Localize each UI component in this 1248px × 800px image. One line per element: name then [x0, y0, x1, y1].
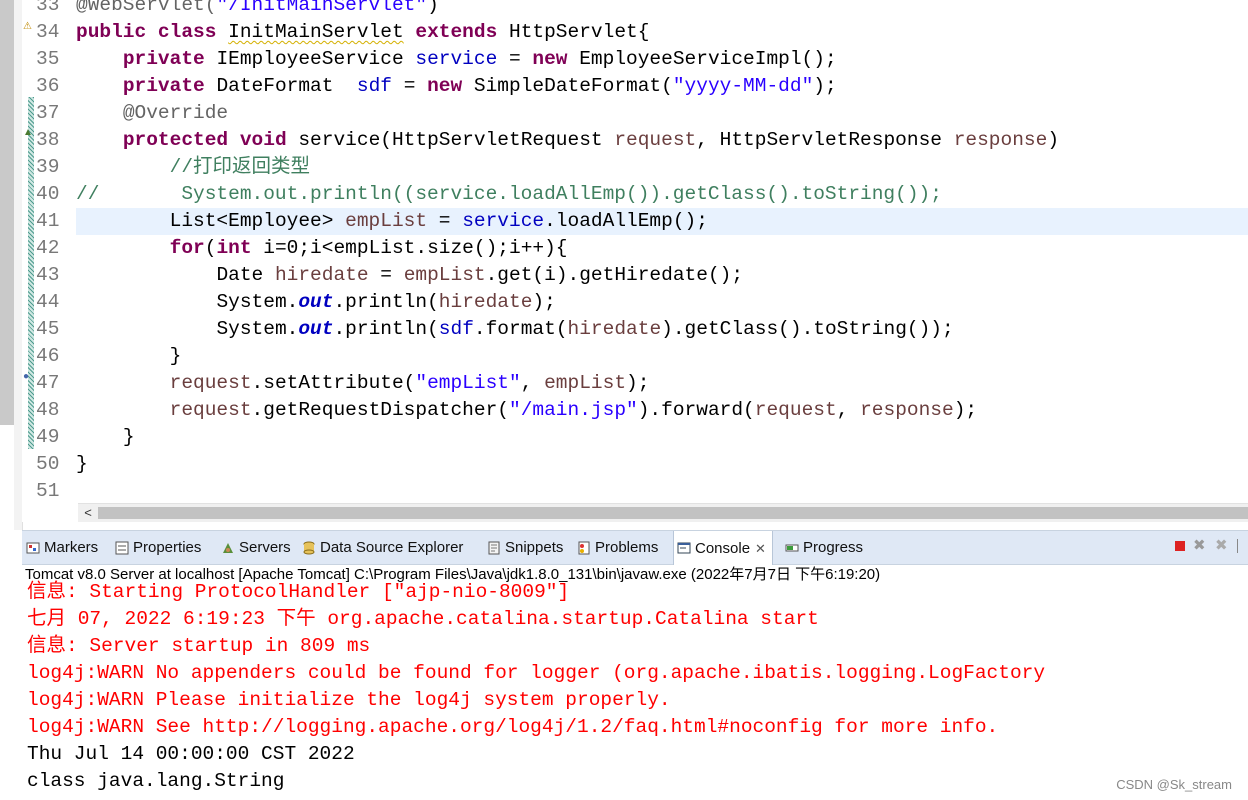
- code-line[interactable]: Date hiredate = empList.get(i).getHireda…: [76, 262, 1248, 289]
- line-number: 33: [36, 0, 60, 16]
- tab-servers[interactable]: Servers: [221, 531, 291, 564]
- progress-icon: [785, 544, 799, 551]
- horizontal-scrollbar[interactable]: <: [78, 503, 1248, 522]
- line-number: 43: [36, 264, 60, 286]
- tab-console[interactable]: Console ✕: [673, 531, 773, 565]
- tab-label: Problems: [595, 539, 659, 556]
- line-number: 46: [36, 345, 60, 367]
- code-line[interactable]: public class InitMainServlet extends Htt…: [76, 19, 1248, 46]
- code-line[interactable]: [76, 478, 1248, 505]
- bottom-panel: Markers Properties Servers Data Source E…: [22, 530, 1248, 800]
- tab-snippets[interactable]: Snippets: [487, 531, 563, 564]
- line-number: 39: [36, 156, 60, 178]
- tab-properties[interactable]: Properties: [115, 531, 201, 564]
- change-indicator-bar: [28, 97, 34, 449]
- code-line-current[interactable]: List<Employee> empList = service.loadAll…: [76, 208, 1248, 235]
- code-line[interactable]: }: [76, 451, 1248, 478]
- tab-markers[interactable]: Markers: [26, 531, 98, 564]
- code-line[interactable]: protected void service(HttpServletReques…: [76, 127, 1248, 154]
- line-number: 51: [36, 480, 60, 502]
- line-number: 42: [36, 237, 60, 259]
- properties-icon: [115, 541, 129, 554]
- console-line: Thu Jul 14 00:00:00 CST 2022: [27, 743, 355, 765]
- line-number: 41: [36, 210, 60, 232]
- line-number: 37: [36, 102, 60, 124]
- line-number: 40: [36, 183, 60, 205]
- code-line[interactable]: @WebServlet("/InitMainServlet"): [76, 0, 1248, 19]
- terminate-icon[interactable]: [1175, 541, 1185, 551]
- tab-label: Properties: [133, 539, 202, 556]
- code-line[interactable]: //打印返回类型: [76, 154, 1248, 181]
- toolbar-separator: [1237, 539, 1242, 553]
- code-line[interactable]: request.setAttribute("empList", empList)…: [76, 370, 1248, 397]
- console-line: 信息: Starting ProtocolHandler ["ajp-nio-8…: [27, 581, 570, 603]
- warning-marker-icon[interactable]: ⚠: [23, 21, 32, 33]
- line-number: 49: [36, 426, 60, 448]
- tab-label: Servers: [239, 539, 291, 556]
- close-tab-icon[interactable]: ✕: [755, 532, 766, 565]
- remove-launch-icon[interactable]: ✖: [1193, 538, 1207, 553]
- code-editor[interactable]: ⚠ ▲ ● 33 34 35 36 37 38 39 40 41 42 43 4…: [22, 0, 1248, 522]
- scrollbar-thumb[interactable]: [98, 507, 1248, 519]
- line-number: 48: [36, 399, 60, 421]
- tab-problems[interactable]: Problems: [577, 531, 658, 564]
- console-line: log4j:WARN No appenders could be found f…: [27, 662, 1046, 684]
- code-line[interactable]: private DateFormat sdf = new SimpleDateF…: [76, 73, 1248, 100]
- database-icon: [303, 541, 315, 554]
- view-tab-bar: Markers Properties Servers Data Source E…: [22, 531, 1248, 565]
- servers-icon: [223, 542, 233, 553]
- console-toolbar: ✖ ✖: [1175, 538, 1242, 553]
- line-number: 36: [36, 75, 60, 97]
- line-number: 50: [36, 453, 60, 475]
- override-marker-icon[interactable]: ▲: [23, 127, 33, 139]
- tab-label: Data Source Explorer: [320, 539, 464, 556]
- snippets-icon: [488, 541, 500, 554]
- line-number: 45: [36, 318, 60, 340]
- console-line: log4j:WARN Please initialize the log4j s…: [27, 689, 671, 711]
- line-number: 34: [36, 21, 60, 43]
- console-icon: [677, 542, 691, 554]
- code-line[interactable]: request.getRequestDispatcher("/main.jsp"…: [76, 397, 1248, 424]
- tab-label: Markers: [44, 539, 99, 556]
- problems-icon: [578, 541, 590, 554]
- remove-all-icon[interactable]: ✖: [1215, 538, 1229, 553]
- code-line[interactable]: // System.out.println((service.loadAllEm…: [76, 181, 1248, 208]
- console-line: log4j:WARN See http://logging.apache.org…: [27, 716, 999, 738]
- code-line[interactable]: private IEmployeeService service = new E…: [76, 46, 1248, 73]
- line-number: 47: [36, 372, 60, 394]
- line-number: 44: [36, 291, 60, 313]
- console-line: 七月 07, 2022 6:19:23 下午 org.apache.catali…: [27, 608, 819, 630]
- line-number: 35: [36, 48, 60, 70]
- console-output[interactable]: 信息: Starting ProtocolHandler ["ajp-nio-8…: [27, 579, 1248, 795]
- tab-progress[interactable]: Progress: [785, 531, 863, 564]
- watermark: CSDN @Sk_stream: [1116, 777, 1232, 792]
- code-line[interactable]: }: [76, 343, 1248, 370]
- code-line[interactable]: System.out.println(sdf.format(hiredate).…: [76, 316, 1248, 343]
- window-edge: [0, 0, 14, 425]
- scroll-left-icon[interactable]: <: [80, 504, 96, 522]
- line-number: 38: [36, 129, 60, 151]
- tab-label: Progress: [803, 539, 864, 556]
- console-line: class java.lang.String: [27, 770, 285, 792]
- tab-label: Snippets: [505, 539, 564, 556]
- bookmark-marker-icon[interactable]: ●: [23, 371, 29, 383]
- markers-icon: [26, 542, 40, 553]
- code-line[interactable]: @Override: [76, 100, 1248, 127]
- tab-data-source-explorer[interactable]: Data Source Explorer: [302, 531, 463, 564]
- tab-label: Console: [695, 539, 751, 557]
- code-line[interactable]: System.out.println(hiredate);: [76, 289, 1248, 316]
- console-line: 信息: Server startup in 809 ms: [27, 635, 371, 657]
- code-line[interactable]: for(int i=0;i<empList.size();i++){: [76, 235, 1248, 262]
- code-line[interactable]: }: [76, 424, 1248, 451]
